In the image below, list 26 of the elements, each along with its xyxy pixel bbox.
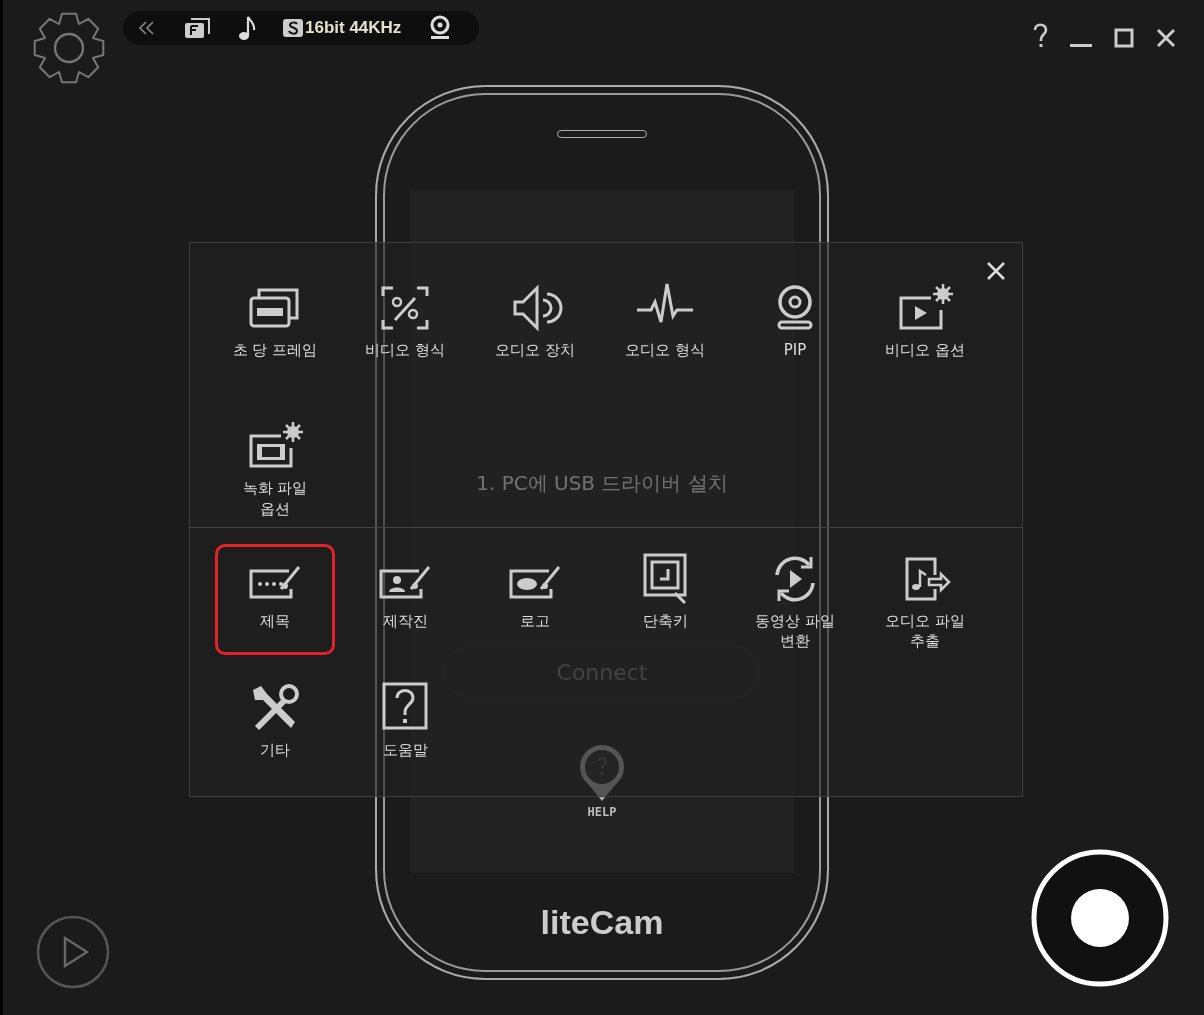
play-icon[interactable]: [35, 914, 111, 990]
music-note-icon[interactable]: [237, 15, 257, 41]
close-icon[interactable]: [986, 261, 1006, 281]
audio-format-label[interactable]: 16bit 44KHz: [305, 18, 402, 38]
double-chevron-icon[interactable]: [137, 20, 157, 36]
menu-item[interactable]: 비디오 형식: [345, 273, 465, 386]
fullscreen-f-icon[interactable]: [183, 17, 211, 39]
menu-item[interactable]: 녹화 파일 옵션: [215, 411, 335, 527]
menu-item[interactable]: 비디오 옵션: [865, 273, 985, 386]
menu-item[interactable]: 오디오 형식: [605, 273, 725, 386]
help-label[interactable]: HELP: [587, 805, 617, 819]
app-logo: liteCam: [540, 903, 664, 942]
help-icon[interactable]: [1032, 22, 1048, 48]
maximize-icon[interactable]: [1114, 28, 1134, 48]
menu-item[interactable]: 제목: [215, 544, 335, 655]
menu-item[interactable]: 오디오 장치: [475, 273, 595, 386]
minimize-icon[interactable]: [1070, 44, 1092, 48]
record-button-icon[interactable]: [1030, 848, 1170, 988]
setup-step-text: 1. PC에 USB 드라이버 설치: [476, 470, 728, 497]
menu-item[interactable]: 기타: [215, 672, 335, 780]
close-icon[interactable]: [1156, 28, 1176, 48]
settings-icon[interactable]: [31, 10, 107, 86]
menu-item[interactable]: 오디오 파일 추출: [865, 544, 985, 655]
menu-item[interactable]: PIP: [735, 273, 855, 386]
menu-item[interactable]: 초 당 프레임: [215, 273, 335, 386]
s-badge-icon: [283, 19, 303, 37]
